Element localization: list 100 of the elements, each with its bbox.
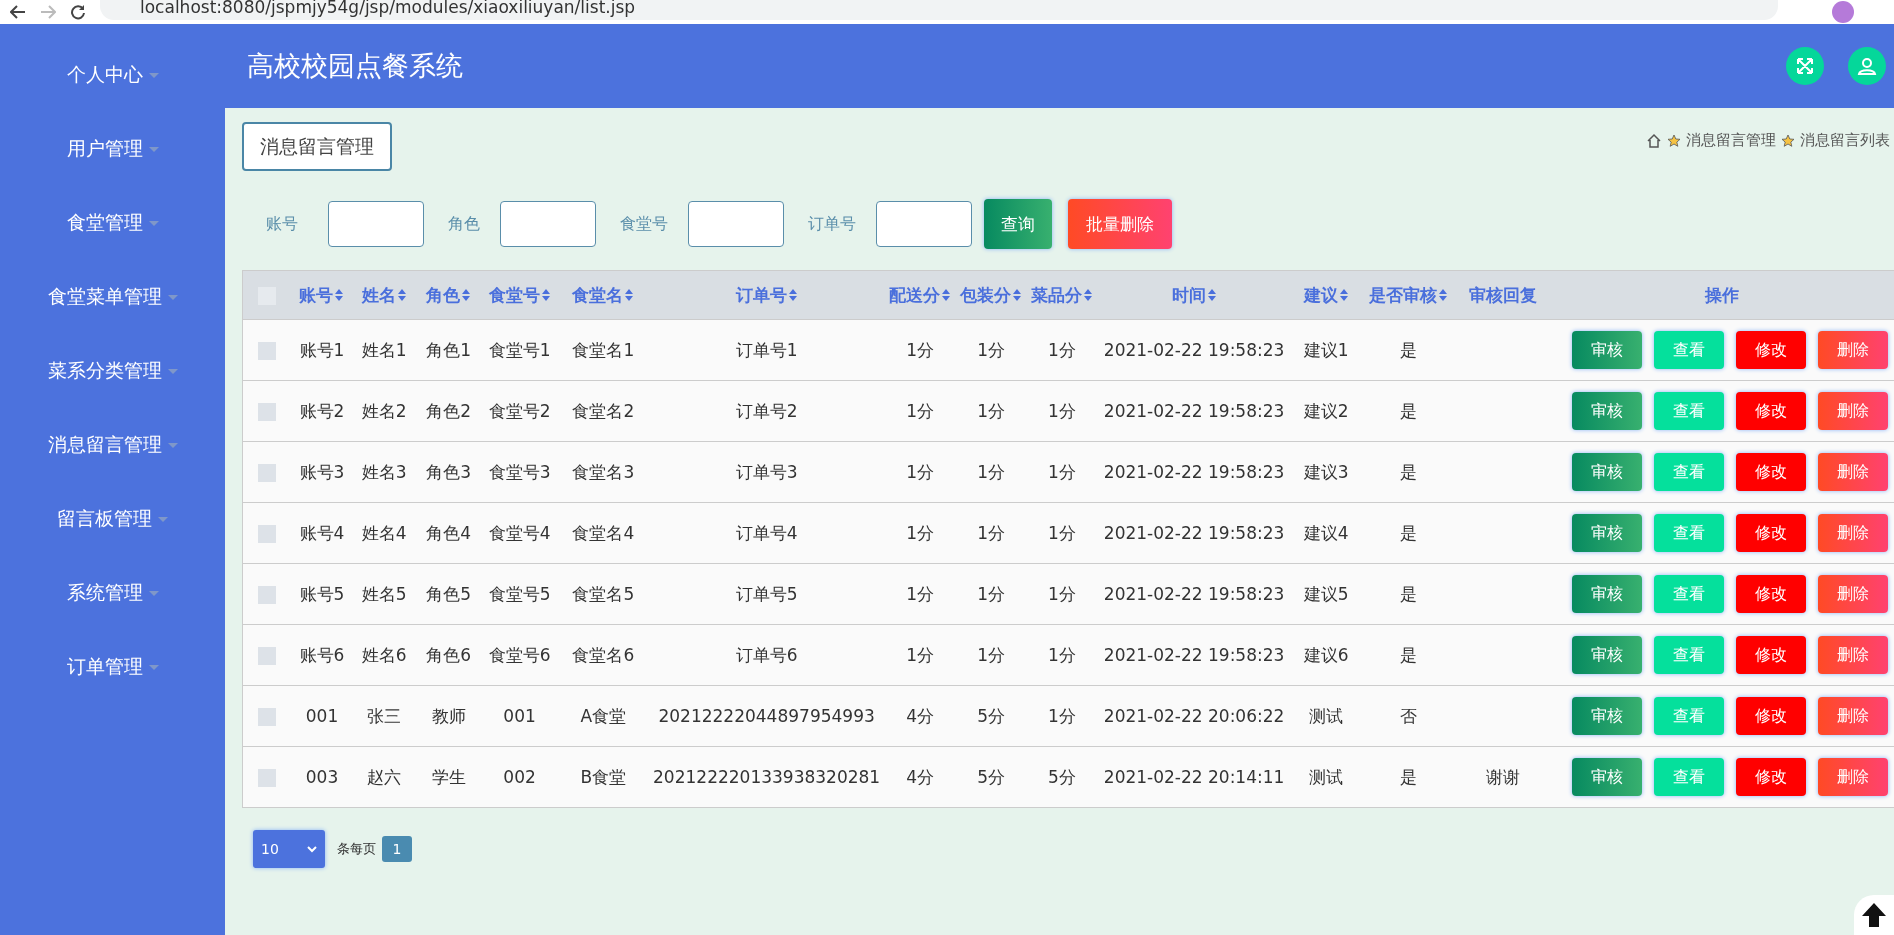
back-to-top-icon[interactable]	[1854, 895, 1894, 935]
sort-icon[interactable]	[1012, 288, 1023, 302]
column-header[interactable]: 菜品分	[1031, 283, 1093, 307]
breadcrumb-item[interactable]: 消息留言管理	[1686, 131, 1776, 150]
row-checkbox[interactable]	[258, 525, 277, 543]
home-icon[interactable]	[1646, 132, 1662, 149]
sort-icon[interactable]	[1206, 288, 1217, 302]
row-action-button[interactable]: 审核	[1572, 514, 1643, 552]
row-action-button[interactable]: 修改	[1736, 453, 1807, 491]
column-header[interactable]: 审核回复	[1469, 283, 1538, 307]
chevron-down-icon[interactable]	[307, 845, 317, 853]
sidebar-item[interactable]: 消息留言管理	[0, 408, 225, 482]
sort-icon[interactable]	[540, 288, 551, 302]
table-cell: 食堂名1	[572, 339, 635, 360]
sidebar-item[interactable]: 菜系分类管理	[0, 334, 225, 408]
row-checkbox[interactable]	[258, 586, 277, 604]
sidebar-item[interactable]: 系统管理	[0, 556, 225, 630]
row-action-button[interactable]: 审核	[1572, 392, 1643, 430]
row-checkbox[interactable]	[258, 647, 277, 665]
breadcrumb-item[interactable]: 消息留言列表	[1800, 131, 1890, 150]
sort-icon[interactable]	[334, 288, 345, 302]
sort-icon[interactable]	[624, 288, 635, 302]
caret-icon	[167, 368, 178, 374]
row-action-button[interactable]: 删除	[1818, 453, 1889, 491]
row-action-button[interactable]: 删除	[1818, 514, 1889, 552]
sidebar-item[interactable]: 留言板管理	[0, 482, 225, 556]
row-action-button[interactable]: 修改	[1736, 697, 1807, 735]
column-header[interactable]: 操作	[1705, 283, 1740, 307]
column-header[interactable]: 食堂号	[488, 283, 551, 307]
sort-icon[interactable]	[1338, 288, 1349, 302]
row-action-button[interactable]: 删除	[1818, 758, 1889, 796]
reload-icon[interactable]	[70, 4, 86, 20]
back-icon[interactable]	[10, 5, 26, 19]
row-action-button[interactable]: 修改	[1736, 331, 1807, 369]
forward-icon[interactable]	[40, 5, 56, 19]
sidebar-item[interactable]: 用户管理	[0, 112, 225, 186]
sort-icon[interactable]	[941, 288, 952, 302]
column-header[interactable]: 姓名	[361, 283, 407, 307]
row-action-button[interactable]: 删除	[1818, 697, 1889, 735]
table-cell: 建议6	[1303, 644, 1349, 665]
sort-icon[interactable]	[1083, 288, 1093, 302]
table-cell: B食堂	[580, 766, 627, 787]
sort-icon[interactable]	[787, 288, 798, 302]
user-icon[interactable]	[1848, 47, 1886, 85]
sidebar-item[interactable]: 个人中心	[0, 38, 225, 112]
search-field[interactable]	[328, 201, 424, 247]
sidebar-item[interactable]: 订单管理	[0, 630, 225, 704]
page-number-button[interactable]: 1	[382, 836, 412, 862]
table-cell: 食堂名3	[572, 461, 635, 482]
row-action-button[interactable]: 审核	[1572, 758, 1643, 796]
row-action-button[interactable]: 修改	[1736, 575, 1807, 613]
column-header[interactable]: 角色	[426, 283, 472, 307]
sidebar-item[interactable]: 食堂管理	[0, 186, 225, 260]
row-action-button[interactable]: 修改	[1736, 514, 1807, 552]
page-size-select[interactable]: 10	[253, 830, 325, 868]
page-title-button[interactable]: 消息留言管理	[242, 122, 392, 171]
column-header[interactable]: 是否审核	[1369, 283, 1449, 307]
table-cell: 姓名5	[361, 583, 407, 604]
row-action-button[interactable]: 删除	[1818, 575, 1889, 613]
table-cell: 2021-02-22 20:14:11	[1103, 767, 1285, 787]
row-action-button[interactable]: 审核	[1572, 697, 1643, 735]
profile-avatar-icon[interactable]	[1832, 1, 1854, 23]
column-header[interactable]: 账号	[299, 283, 345, 307]
search-field[interactable]	[500, 201, 596, 247]
row-action-button[interactable]: 审核	[1572, 453, 1643, 491]
sort-icon[interactable]	[461, 288, 472, 302]
search-field[interactable]	[876, 201, 972, 247]
row-action-button[interactable]: 删除	[1818, 331, 1889, 369]
table-cell: 测试	[1309, 705, 1344, 726]
column-header[interactable]: 时间	[1171, 283, 1217, 307]
fullscreen-icon[interactable]	[1786, 47, 1824, 85]
row-checkbox[interactable]	[258, 403, 277, 421]
search-button[interactable]: 查询	[984, 199, 1052, 249]
row-checkbox[interactable]	[258, 464, 277, 482]
search-field[interactable]	[688, 201, 784, 247]
column-header[interactable]: 建议	[1303, 283, 1349, 307]
row-action-button[interactable]: 审核	[1572, 331, 1643, 369]
row-checkbox[interactable]	[258, 708, 277, 726]
column-header[interactable]: 食堂名	[572, 283, 635, 307]
row-action-button[interactable]: 修改	[1736, 392, 1807, 430]
sort-icon[interactable]	[396, 288, 407, 302]
column-header[interactable]: 配送分	[889, 283, 952, 307]
table-cell: 账号4	[299, 522, 345, 543]
search-button[interactable]: 批量删除	[1068, 199, 1172, 249]
column-header[interactable]: 包装分	[960, 283, 1023, 307]
row-action-button[interactable]: 修改	[1736, 758, 1807, 796]
address-bar[interactable]: localhost:8080/jspmjy54g/jsp/modules/xiaoxiliuyan/list.jsp	[100, 0, 1778, 20]
row-action-button[interactable]: 删除	[1818, 392, 1889, 430]
table-cell: 订单号4	[735, 522, 798, 543]
row-checkbox[interactable]	[258, 769, 277, 787]
row-checkbox[interactable]	[258, 342, 277, 360]
column-header[interactable]: 订单号	[735, 283, 798, 307]
sort-icon[interactable]	[1438, 288, 1449, 302]
row-action-button[interactable]: 审核	[1572, 636, 1643, 674]
row-action-button[interactable]: 审核	[1572, 575, 1643, 613]
sidebar-item[interactable]: 食堂菜单管理	[0, 260, 225, 334]
row-action-button[interactable]: 删除	[1818, 636, 1889, 674]
table-cell: 建议1	[1303, 339, 1349, 360]
table-cell: 1分	[1048, 339, 1076, 360]
row-action-button[interactable]: 修改	[1736, 636, 1807, 674]
